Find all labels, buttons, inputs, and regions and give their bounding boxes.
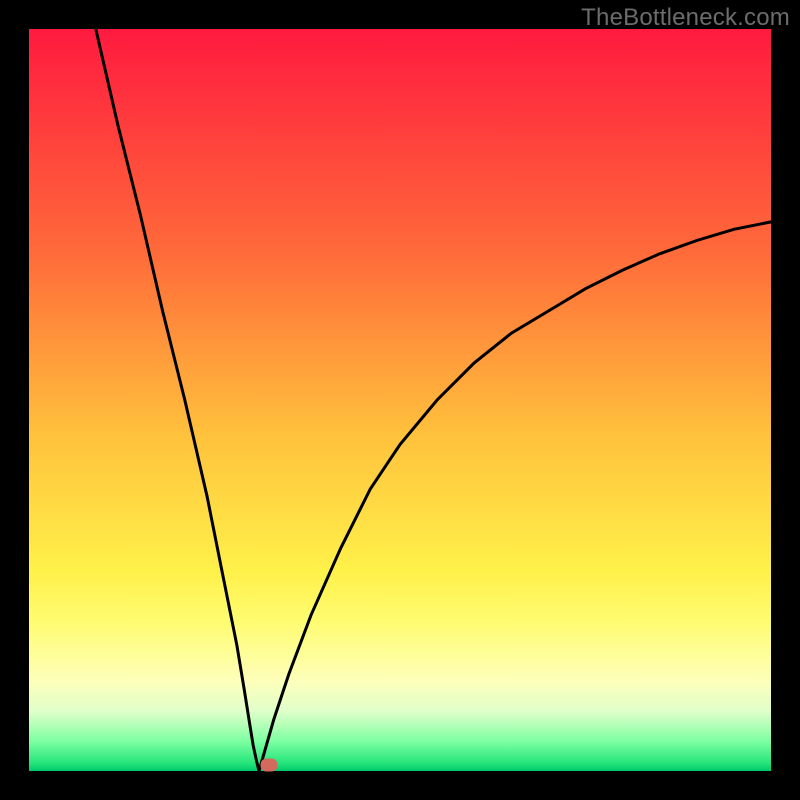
chart-frame: TheBottleneck.com — [0, 0, 800, 800]
watermark-text: TheBottleneck.com — [581, 4, 790, 32]
curve-left-branch — [96, 29, 259, 771]
optimal-point-marker — [260, 759, 277, 772]
bottleneck-curve — [29, 29, 771, 771]
curve-right-branch — [259, 222, 771, 771]
plot-area — [29, 29, 771, 771]
